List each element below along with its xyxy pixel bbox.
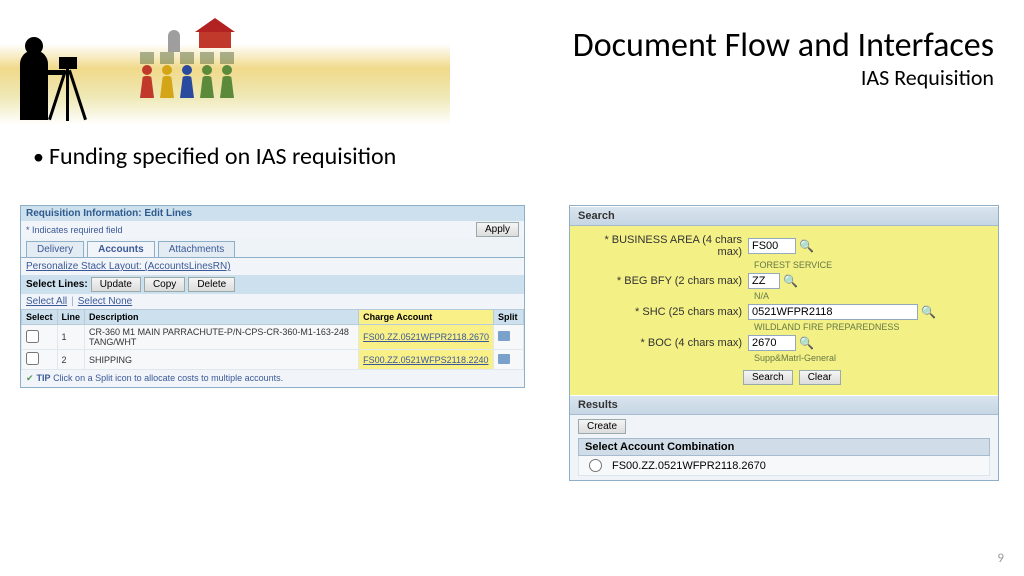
- row-line: 2: [57, 350, 85, 370]
- select-lines-bar: Select Lines: Update Copy Delete: [21, 275, 524, 294]
- bfy-label: * BEG BFY (2 chars max): [578, 275, 748, 287]
- combination-radio[interactable]: [589, 459, 602, 472]
- tab-accounts[interactable]: Accounts: [87, 241, 155, 257]
- select-lines-label: Select Lines:: [26, 279, 88, 290]
- select-combination-header: Select Account Combination: [578, 438, 990, 456]
- select-none-link[interactable]: Select None: [78, 296, 132, 307]
- boc-desc: Supp&Matrl-General: [754, 353, 990, 363]
- tab-delivery[interactable]: Delivery: [26, 241, 84, 257]
- clear-button[interactable]: Clear: [799, 370, 841, 385]
- shc-label: * SHC (25 chars max): [578, 306, 748, 318]
- requisition-header: Requisition Information: Edit Lines: [21, 206, 524, 221]
- required-hint: * Indicates required field: [26, 225, 123, 235]
- search-panel: Search * BUSINESS AREA (4 chars max) 🔍 F…: [569, 205, 999, 481]
- row-desc: CR-360 M1 MAIN PARRACHUTE-P/N-CPS-CR-360…: [85, 325, 359, 350]
- create-button[interactable]: Create: [578, 419, 626, 434]
- col-description: Description: [85, 310, 359, 325]
- table-row: 1 CR-360 M1 MAIN PARRACHUTE-P/N-CPS-CR-3…: [22, 325, 524, 350]
- slide-subtitle: IAS Requisition: [573, 64, 994, 91]
- table-row: 2 SHIPPING FS00.ZZ.0521WFPS2118.2240: [22, 350, 524, 370]
- ba-desc: FOREST SERVICE: [754, 260, 990, 270]
- search-icon[interactable]: 🔍: [799, 239, 814, 253]
- decorative-banner: [0, 0, 450, 125]
- copy-button[interactable]: Copy: [144, 277, 185, 292]
- search-icon[interactable]: 🔍: [799, 336, 814, 350]
- apply-button[interactable]: Apply: [476, 222, 519, 237]
- boc-input[interactable]: [748, 335, 796, 351]
- page-number: 9: [997, 551, 1004, 566]
- row-checkbox[interactable]: [26, 352, 39, 365]
- ba-input[interactable]: [748, 238, 796, 254]
- col-select: Select: [22, 310, 58, 325]
- bfy-desc: N/A: [754, 291, 990, 301]
- tabs: Delivery Accounts Attachments: [21, 238, 524, 258]
- boc-label: * BOC (4 chars max): [578, 337, 748, 349]
- col-split: Split: [494, 310, 524, 325]
- select-all-link[interactable]: Select All: [26, 296, 67, 307]
- search-body: * BUSINESS AREA (4 chars max) 🔍 FOREST S…: [570, 226, 998, 395]
- delete-button[interactable]: Delete: [188, 277, 235, 292]
- shc-input[interactable]: [748, 304, 918, 320]
- row-desc: SHIPPING: [85, 350, 359, 370]
- row-line: 1: [57, 325, 85, 350]
- results-header: Results: [570, 395, 998, 415]
- requisition-panel: Requisition Information: Edit Lines * In…: [20, 205, 525, 388]
- combination-value: FS00.ZZ.0521WFPR2118.2670: [612, 460, 766, 472]
- search-button[interactable]: Search: [743, 370, 793, 385]
- personalize-link[interactable]: Personalize Stack Layout: (AccountsLines…: [26, 261, 231, 272]
- shc-desc: WILDLAND FIRE PREPAREDNESS: [754, 322, 990, 332]
- requisition-table: Select Line Description Charge Account S…: [21, 309, 524, 370]
- split-icon[interactable]: [498, 354, 510, 364]
- row-checkbox[interactable]: [26, 330, 39, 343]
- search-header: Search: [570, 206, 998, 226]
- combination-row[interactable]: FS00.ZZ.0521WFPR2118.2670: [578, 456, 990, 476]
- update-button[interactable]: Update: [91, 277, 141, 292]
- bfy-input[interactable]: [748, 273, 780, 289]
- bullet-text: Funding specified on IAS requisition: [33, 142, 396, 171]
- ba-label: * BUSINESS AREA (4 chars max): [578, 234, 748, 258]
- split-icon[interactable]: [498, 331, 510, 341]
- charge-link[interactable]: FS00.ZZ.0521WFPR2118.2670: [363, 332, 489, 342]
- col-line: Line: [57, 310, 85, 325]
- charge-link[interactable]: FS00.ZZ.0521WFPS2118.2240: [363, 355, 488, 365]
- col-charge: Charge Account: [359, 310, 494, 325]
- slide-title: Document Flow and Interfaces: [573, 25, 994, 66]
- tab-attachments[interactable]: Attachments: [158, 241, 236, 257]
- title-block: Document Flow and Interfaces IAS Requisi…: [573, 25, 994, 91]
- search-icon[interactable]: 🔍: [921, 305, 936, 319]
- tip-row: TIP Click on a Split icon to allocate co…: [21, 370, 524, 387]
- search-icon[interactable]: 🔍: [783, 274, 798, 288]
